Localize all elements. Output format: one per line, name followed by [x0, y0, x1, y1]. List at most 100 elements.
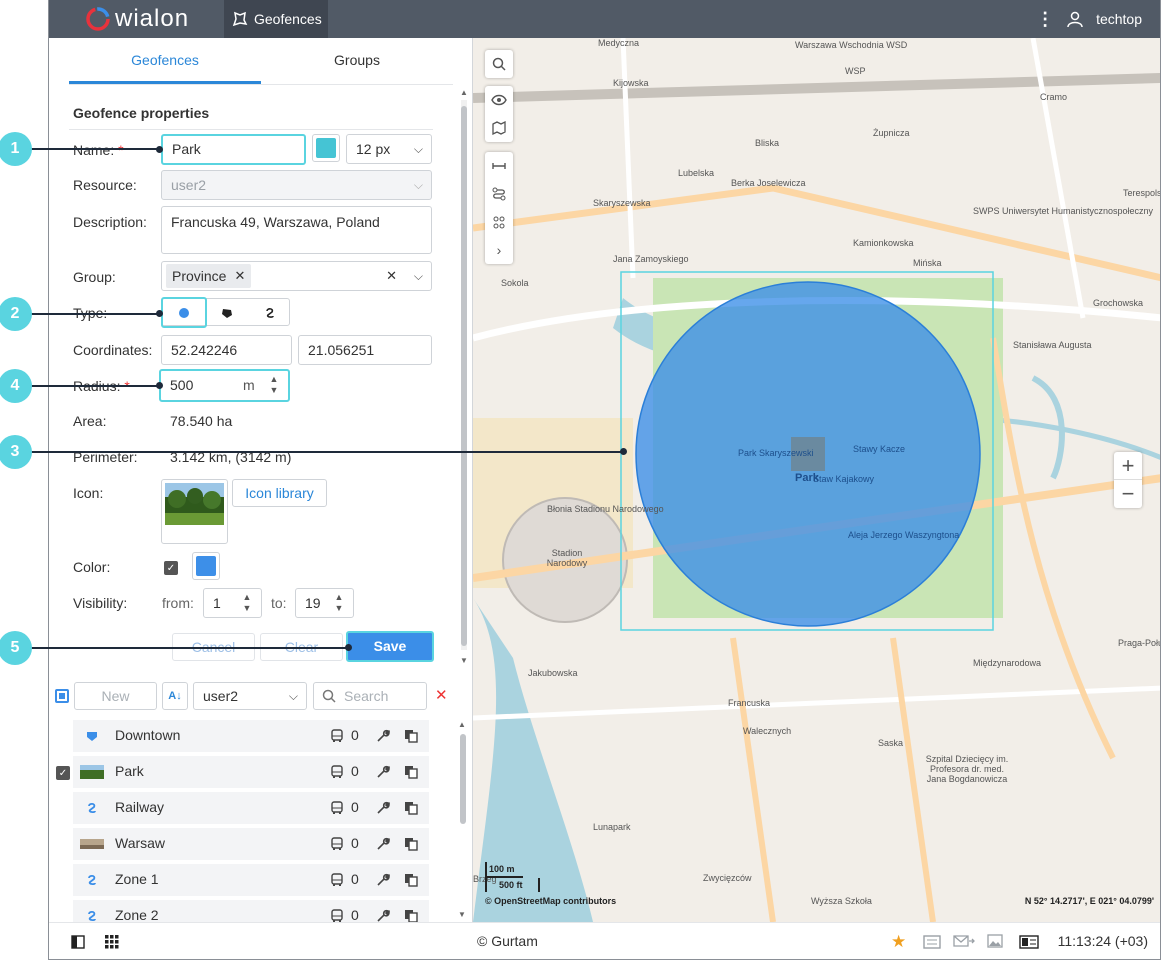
eye-icon[interactable] — [485, 86, 513, 114]
save-button[interactable]: Save — [346, 631, 434, 662]
notifications-icon[interactable] — [923, 935, 941, 949]
geofence-panel: Geofences Groups Geofence properties Nam… — [49, 38, 473, 922]
visibility-to-input[interactable]: 19 ▲ ▼ — [295, 588, 354, 618]
new-button[interactable]: New — [74, 682, 157, 710]
clear-icon[interactable]: ✕ — [386, 262, 397, 290]
route-icon[interactable] — [485, 180, 513, 208]
remove-tag-icon[interactable]: ✕ — [234, 264, 245, 288]
chevron-right-icon[interactable]: › — [485, 236, 513, 264]
bus-icon[interactable] — [329, 836, 345, 852]
map-label: Zwycięzców — [703, 873, 752, 883]
line-icon — [79, 800, 105, 816]
longitude-input[interactable]: 21.056251 — [298, 335, 432, 365]
area-value: 78.540 ha — [170, 413, 233, 429]
description-textarea[interactable]: Francuska 49, Warszawa, Poland — [161, 206, 432, 254]
list-item[interactable]: Park 0 — [73, 756, 429, 788]
zoom-out-button[interactable]: − — [1114, 480, 1142, 508]
font-size-select[interactable]: 12 px ⌵ — [346, 134, 432, 164]
map-attribution[interactable]: © OpenStreetMap contributors — [485, 896, 616, 906]
copy-icon[interactable] — [403, 908, 419, 922]
search-input[interactable]: Search — [313, 682, 427, 710]
image-icon[interactable] — [987, 934, 1003, 948]
wrench-icon[interactable] — [375, 764, 391, 780]
app-geofences-button[interactable]: Geofences — [224, 0, 328, 38]
radius-input[interactable]: 500 m ▲ ▼ — [159, 369, 290, 402]
messages-icon[interactable] — [953, 934, 975, 948]
wrench-icon[interactable] — [375, 872, 391, 888]
map-label: Żupnicza — [873, 128, 910, 138]
geofence-list: Downtown 0 Park 0 Railway 0 Warsaw 0 Zon… — [73, 720, 433, 922]
form-scrollbar[interactable]: ▲ ▼ — [459, 86, 469, 666]
name-color-picker[interactable] — [312, 134, 340, 162]
bus-icon[interactable] — [329, 764, 345, 780]
copy-icon[interactable] — [403, 728, 419, 744]
map-label: Cramo — [1040, 92, 1068, 102]
map-label: Bliska — [755, 138, 780, 148]
callout-dot — [156, 310, 163, 317]
bookmark-icon[interactable] — [1019, 935, 1039, 949]
list-item-name: Zone 1 — [115, 871, 159, 887]
sort-icon[interactable]: A↓ — [162, 682, 188, 710]
geofence-icon-preview[interactable] — [161, 479, 228, 544]
apps-grid-icon[interactable] — [105, 935, 119, 949]
wrench-icon[interactable] — [375, 800, 391, 816]
list-item[interactable]: Warsaw 0 — [73, 828, 429, 860]
list-scrollbar[interactable]: ▲ ▼ — [458, 720, 468, 922]
color-checkbox[interactable]: ✓ — [164, 561, 178, 575]
panel-toggle-icon[interactable] — [71, 935, 85, 949]
list-item[interactable]: Zone 2 0 — [73, 900, 429, 922]
tab-groups[interactable]: Groups — [261, 38, 453, 84]
list-item[interactable]: Downtown 0 — [73, 720, 429, 752]
latitude-input[interactable]: 52.242246 — [161, 335, 292, 365]
type-selector — [161, 297, 291, 328]
map-icon[interactable] — [485, 114, 513, 142]
clock: 11:13:24 (+03) — [1057, 933, 1148, 949]
list-item[interactable]: Zone 1 0 — [73, 864, 429, 896]
copyright: © Gurtam — [477, 933, 538, 949]
circle-icon — [179, 307, 189, 318]
bus-icon[interactable] — [329, 728, 345, 744]
tracks-icon[interactable] — [485, 208, 513, 236]
wrench-icon[interactable] — [375, 836, 391, 852]
bus-icon[interactable] — [329, 800, 345, 816]
to-label: to: — [271, 595, 287, 611]
copy-icon[interactable] — [403, 800, 419, 816]
tab-geofences[interactable]: Geofences — [69, 38, 261, 84]
bus-icon[interactable] — [329, 908, 345, 922]
star-icon[interactable]: ★ — [891, 932, 906, 952]
copy-icon[interactable] — [403, 764, 419, 780]
map-label: Mińska — [913, 258, 942, 268]
wrench-icon[interactable] — [375, 908, 391, 922]
copy-icon[interactable] — [403, 836, 419, 852]
wialon-logo-icon — [86, 7, 110, 31]
group-select[interactable]: Province ✕ ✕ ⌵ — [161, 261, 432, 291]
geofence-properties-form: Geofence properties Name: * Park 12 px ⌵ … — [49, 85, 457, 665]
user-name[interactable]: techtop — [1096, 11, 1142, 27]
resource-filter-select[interactable]: user2 ⌵ — [193, 682, 307, 710]
icon-library-button[interactable]: Icon library — [232, 479, 327, 507]
fill-color-picker[interactable] — [192, 552, 220, 580]
delete-icon[interactable]: ✕ — [435, 686, 448, 704]
name-input[interactable]: Park — [161, 134, 306, 165]
select-all-checkbox[interactable] — [55, 689, 69, 703]
unit-count: 0 — [351, 727, 359, 743]
type-line-button[interactable] — [248, 299, 291, 327]
list-item[interactable]: Railway 0 — [73, 792, 429, 824]
type-polygon-button[interactable] — [205, 299, 248, 327]
more-menu-icon[interactable]: ⋮ — [1036, 9, 1054, 30]
bus-icon[interactable] — [329, 872, 345, 888]
search-icon[interactable] — [485, 50, 513, 78]
type-circle-button[interactable] — [161, 297, 207, 328]
zoom-in-button[interactable]: + — [1114, 452, 1142, 480]
wrench-icon[interactable] — [375, 728, 391, 744]
area-label: Area: — [73, 413, 107, 429]
map-label: Sokola — [501, 278, 529, 288]
map-view[interactable]: Medyczna Warszawa Wschodnia WSD WSP Kijo… — [473, 38, 1160, 922]
city-thumb-icon — [79, 836, 105, 852]
row-checkbox[interactable]: ✓ — [56, 766, 70, 780]
user-icon[interactable] — [1066, 10, 1084, 28]
ruler-icon[interactable] — [485, 152, 513, 180]
line-icon — [79, 908, 105, 922]
copy-icon[interactable] — [403, 872, 419, 888]
visibility-from-input[interactable]: 1 ▲ ▼ — [203, 588, 262, 618]
